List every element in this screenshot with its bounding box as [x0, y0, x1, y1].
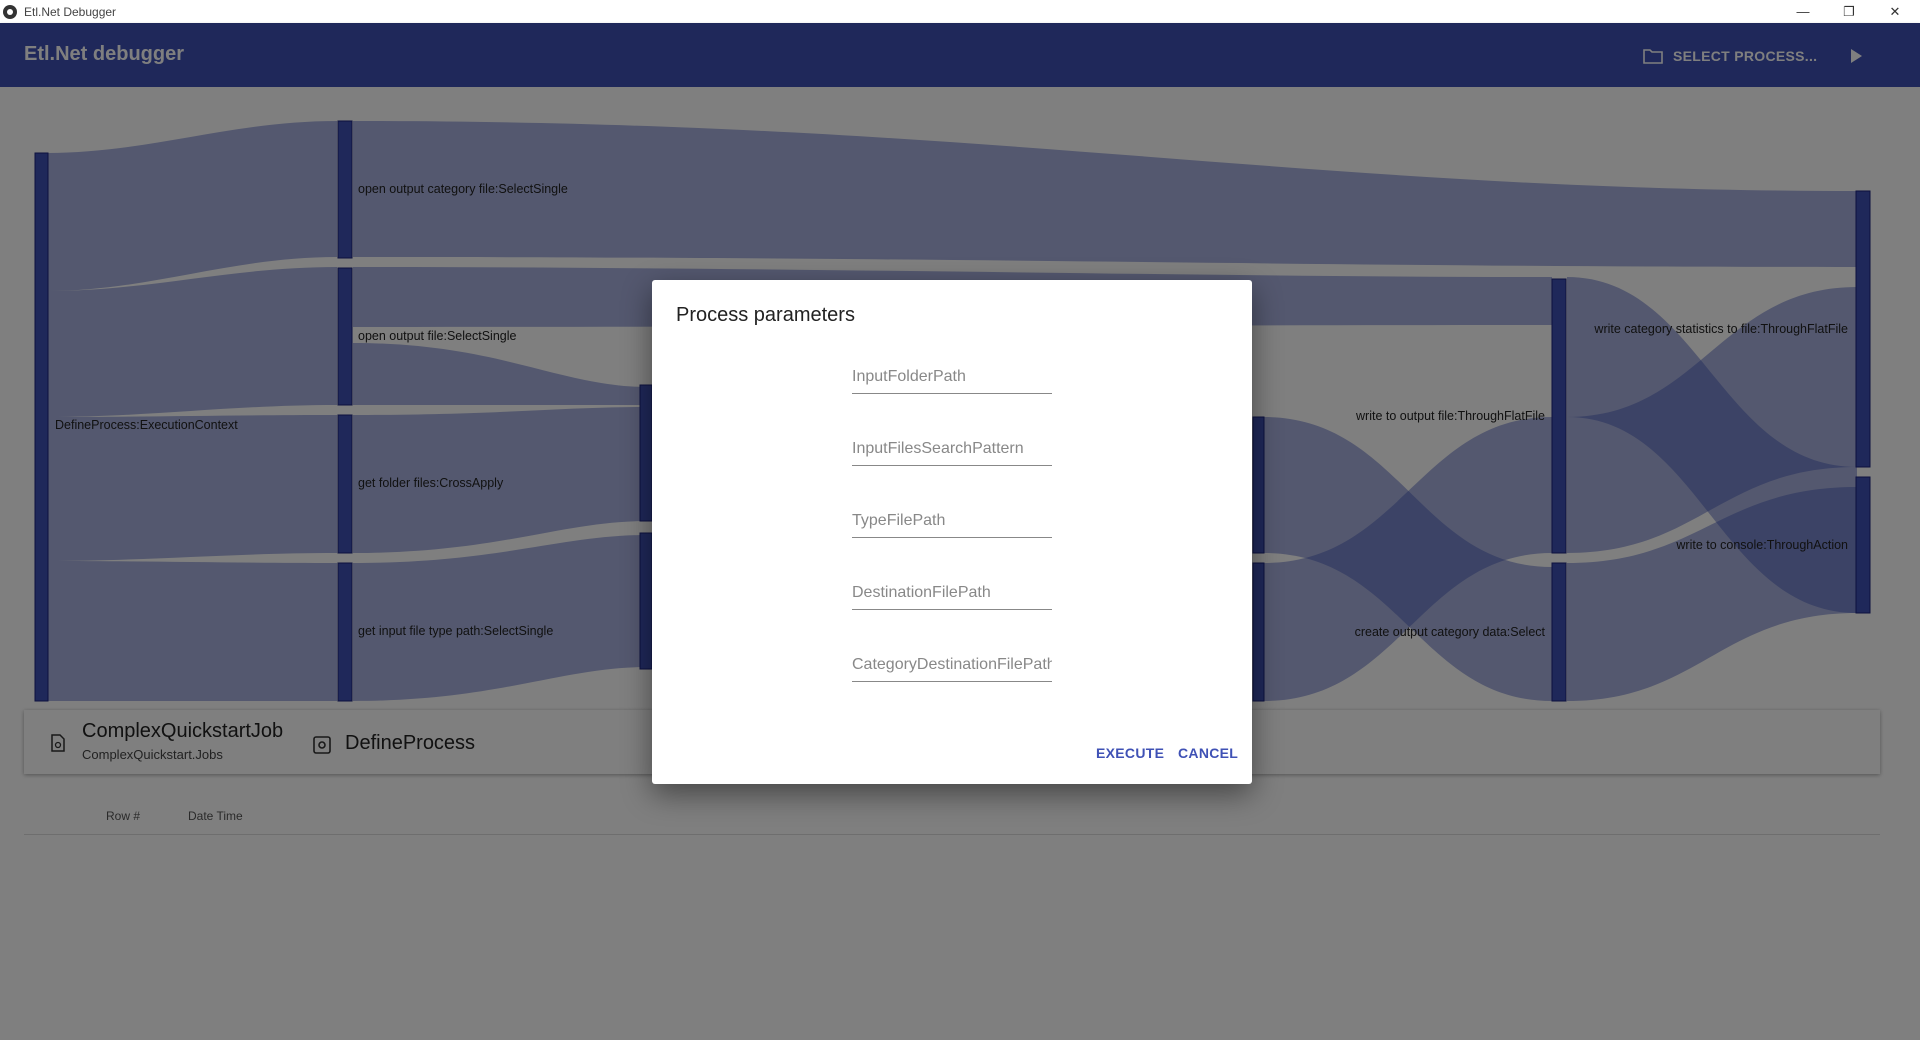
type-file-path-input[interactable]: [852, 506, 1052, 536]
process-parameters-dialog: Process parameters EXECUTE CANCEL: [652, 280, 1252, 784]
execute-button[interactable]: EXECUTE: [1096, 738, 1164, 768]
window-titlebar: Etl.Net Debugger — ❐ ✕: [0, 0, 1920, 23]
destination-file-path-input[interactable]: [852, 578, 1052, 608]
input-folder-path-field: [852, 362, 1052, 394]
window-title: Etl.Net Debugger: [24, 4, 117, 19]
dialog-title: Process parameters: [676, 304, 855, 326]
type-file-path-field: [852, 506, 1052, 538]
input-folder-path-input[interactable]: [852, 362, 1052, 392]
input-files-search-pattern-field: [852, 434, 1052, 466]
input-files-search-pattern-input[interactable]: [852, 434, 1052, 464]
destination-file-path-field: [852, 578, 1052, 610]
close-window-button[interactable]: ✕: [1872, 0, 1918, 23]
category-destination-file-path-field: [852, 650, 1052, 682]
minimize-button[interactable]: —: [1780, 0, 1826, 23]
restore-button[interactable]: ❐: [1826, 0, 1872, 23]
category-destination-file-path-input[interactable]: [852, 650, 1052, 680]
app-logo-icon: [3, 4, 17, 19]
cancel-button[interactable]: CANCEL: [1178, 738, 1238, 768]
